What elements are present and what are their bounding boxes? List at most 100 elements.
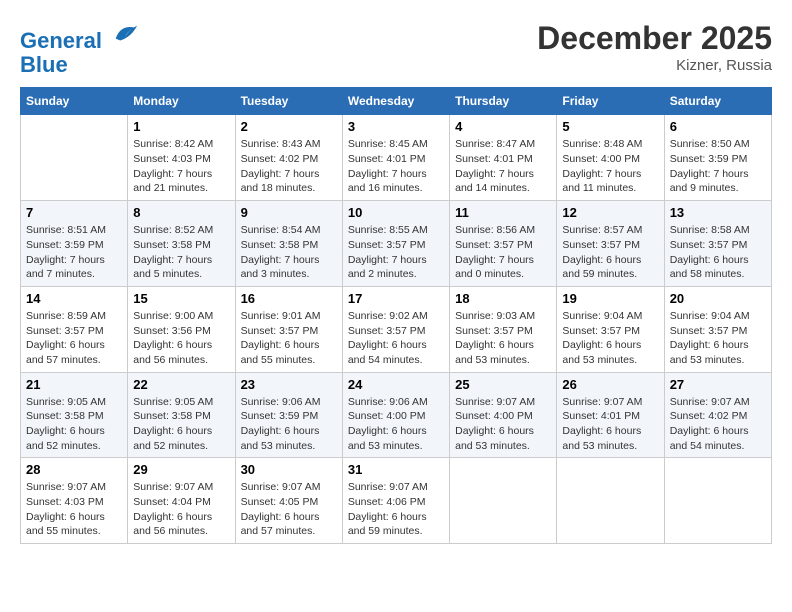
calendar-cell: 31Sunrise: 9:07 AM Sunset: 4:06 PM Dayli… bbox=[342, 458, 449, 544]
day-content: Sunrise: 8:56 AM Sunset: 3:57 PM Dayligh… bbox=[455, 223, 551, 282]
column-header-friday: Friday bbox=[557, 88, 664, 115]
day-content: Sunrise: 9:06 AM Sunset: 4:00 PM Dayligh… bbox=[348, 395, 444, 454]
location-subtitle: Kizner, Russia bbox=[537, 57, 772, 74]
day-content: Sunrise: 9:00 AM Sunset: 3:56 PM Dayligh… bbox=[133, 309, 229, 368]
day-number: 18 bbox=[455, 291, 551, 306]
calendar-week-3: 21 Sunrise: 9:05 AM Sunset: 3:58 PM Dayli… bbox=[21, 372, 772, 458]
logo-general: General bbox=[20, 28, 102, 53]
day-content: Sunrise: 9:07 AM Sunset: 4:01 PM Dayligh… bbox=[562, 395, 658, 454]
calendar-cell: 2 Sunrise: 8:43 AM Sunset: 4:02 PM Daylig… bbox=[235, 115, 342, 201]
day-content: Sunrise: 8:58 AM Sunset: 3:57 PM Dayligh… bbox=[670, 223, 766, 282]
day-number: 21 bbox=[26, 377, 122, 392]
calendar-week-1: 7Sunrise: 8:51 AM Sunset: 3:59 PM Daylig… bbox=[21, 201, 772, 287]
calendar-cell: 21 Sunrise: 9:05 AM Sunset: 3:58 PM Dayli… bbox=[21, 372, 128, 458]
calendar-cell: 18 Sunrise: 9:03 AM Sunset: 3:57 PM Dayli… bbox=[450, 286, 557, 372]
day-number: 6 bbox=[670, 119, 766, 134]
day-content: Sunrise: 8:48 AM Sunset: 4:00 PM Dayligh… bbox=[562, 137, 658, 196]
day-number: 24 bbox=[348, 377, 444, 392]
calendar-cell: 1 Sunrise: 8:42 AM Sunset: 4:03 PM Daylig… bbox=[128, 115, 235, 201]
day-number: 2 bbox=[241, 119, 337, 134]
calendar-cell: 13 Sunrise: 8:58 AM Sunset: 3:57 PM Dayli… bbox=[664, 201, 771, 287]
calendar-cell bbox=[450, 458, 557, 544]
day-number: 28 bbox=[26, 462, 122, 477]
calendar-cell: 23 Sunrise: 9:06 AM Sunset: 3:59 PM Dayli… bbox=[235, 372, 342, 458]
calendar-cell: 8 Sunrise: 8:52 AM Sunset: 3:58 PM Daylig… bbox=[128, 201, 235, 287]
day-number: 8 bbox=[133, 205, 229, 220]
column-header-tuesday: Tuesday bbox=[235, 88, 342, 115]
day-content: Sunrise: 8:50 AM Sunset: 3:59 PM Dayligh… bbox=[670, 137, 766, 196]
day-content: Sunrise: 9:07 AM Sunset: 4:05 PM Dayligh… bbox=[241, 480, 337, 539]
day-number: 20 bbox=[670, 291, 766, 306]
calendar-cell: 17Sunrise: 9:02 AM Sunset: 3:57 PM Dayli… bbox=[342, 286, 449, 372]
page-header: General Blue December 2025 Kizner, Russi… bbox=[20, 20, 772, 77]
day-number: 31 bbox=[348, 462, 444, 477]
calendar-cell: 16 Sunrise: 9:01 AM Sunset: 3:57 PM Dayli… bbox=[235, 286, 342, 372]
day-content: Sunrise: 8:43 AM Sunset: 4:02 PM Dayligh… bbox=[241, 137, 337, 196]
column-header-thursday: Thursday bbox=[450, 88, 557, 115]
calendar-week-4: 28 Sunrise: 9:07 AM Sunset: 4:03 PM Dayli… bbox=[21, 458, 772, 544]
column-header-monday: Monday bbox=[128, 88, 235, 115]
day-content: Sunrise: 9:07 AM Sunset: 4:00 PM Dayligh… bbox=[455, 395, 551, 454]
day-number: 3 bbox=[348, 119, 444, 134]
column-header-sunday: Sunday bbox=[21, 88, 128, 115]
calendar-cell bbox=[664, 458, 771, 544]
day-number: 1 bbox=[133, 119, 229, 134]
day-content: Sunrise: 8:52 AM Sunset: 3:58 PM Dayligh… bbox=[133, 223, 229, 282]
day-number: 14 bbox=[26, 291, 122, 306]
calendar-cell: 28 Sunrise: 9:07 AM Sunset: 4:03 PM Dayli… bbox=[21, 458, 128, 544]
month-year-title: December 2025 bbox=[537, 20, 772, 57]
day-number: 5 bbox=[562, 119, 658, 134]
calendar-cell: 7Sunrise: 8:51 AM Sunset: 3:59 PM Daylig… bbox=[21, 201, 128, 287]
calendar-cell: 22Sunrise: 9:05 AM Sunset: 3:58 PM Dayli… bbox=[128, 372, 235, 458]
day-content: Sunrise: 9:07 AM Sunset: 4:04 PM Dayligh… bbox=[133, 480, 229, 539]
day-number: 12 bbox=[562, 205, 658, 220]
column-header-saturday: Saturday bbox=[664, 88, 771, 115]
calendar-cell: 29Sunrise: 9:07 AM Sunset: 4:04 PM Dayli… bbox=[128, 458, 235, 544]
calendar-cell: 15 Sunrise: 9:00 AM Sunset: 3:56 PM Dayli… bbox=[128, 286, 235, 372]
calendar-cell bbox=[21, 115, 128, 201]
day-content: Sunrise: 8:42 AM Sunset: 4:03 PM Dayligh… bbox=[133, 137, 229, 196]
day-content: Sunrise: 8:59 AM Sunset: 3:57 PM Dayligh… bbox=[26, 309, 122, 368]
column-header-wednesday: Wednesday bbox=[342, 88, 449, 115]
day-content: Sunrise: 9:03 AM Sunset: 3:57 PM Dayligh… bbox=[455, 309, 551, 368]
day-content: Sunrise: 9:05 AM Sunset: 3:58 PM Dayligh… bbox=[26, 395, 122, 454]
day-number: 23 bbox=[241, 377, 337, 392]
calendar-cell: 3 Sunrise: 8:45 AM Sunset: 4:01 PM Daylig… bbox=[342, 115, 449, 201]
calendar-cell: 6 Sunrise: 8:50 AM Sunset: 3:59 PM Daylig… bbox=[664, 115, 771, 201]
day-number: 27 bbox=[670, 377, 766, 392]
day-content: Sunrise: 9:07 AM Sunset: 4:03 PM Dayligh… bbox=[26, 480, 122, 539]
day-content: Sunrise: 8:55 AM Sunset: 3:57 PM Dayligh… bbox=[348, 223, 444, 282]
calendar-cell: 10 Sunrise: 8:55 AM Sunset: 3:57 PM Dayli… bbox=[342, 201, 449, 287]
logo-blue: Blue bbox=[20, 52, 68, 77]
calendar-cell: 25 Sunrise: 9:07 AM Sunset: 4:00 PM Dayli… bbox=[450, 372, 557, 458]
day-number: 15 bbox=[133, 291, 229, 306]
day-number: 7 bbox=[26, 205, 122, 220]
calendar-cell: 20 Sunrise: 9:04 AM Sunset: 3:57 PM Dayli… bbox=[664, 286, 771, 372]
day-number: 13 bbox=[670, 205, 766, 220]
day-content: Sunrise: 9:06 AM Sunset: 3:59 PM Dayligh… bbox=[241, 395, 337, 454]
calendar-cell: 26 Sunrise: 9:07 AM Sunset: 4:01 PM Dayli… bbox=[557, 372, 664, 458]
calendar-cell: 27Sunrise: 9:07 AM Sunset: 4:02 PM Dayli… bbox=[664, 372, 771, 458]
day-content: Sunrise: 9:04 AM Sunset: 3:57 PM Dayligh… bbox=[670, 309, 766, 368]
day-number: 10 bbox=[348, 205, 444, 220]
logo-bird-icon bbox=[111, 20, 139, 48]
calendar-cell: 4 Sunrise: 8:47 AM Sunset: 4:01 PM Daylig… bbox=[450, 115, 557, 201]
calendar-week-2: 14 Sunrise: 8:59 AM Sunset: 3:57 PM Dayli… bbox=[21, 286, 772, 372]
calendar-week-0: 1 Sunrise: 8:42 AM Sunset: 4:03 PM Daylig… bbox=[21, 115, 772, 201]
day-content: Sunrise: 9:04 AM Sunset: 3:57 PM Dayligh… bbox=[562, 309, 658, 368]
day-content: Sunrise: 9:02 AM Sunset: 3:57 PM Dayligh… bbox=[348, 309, 444, 368]
day-number: 25 bbox=[455, 377, 551, 392]
day-number: 26 bbox=[562, 377, 658, 392]
day-number: 4 bbox=[455, 119, 551, 134]
calendar-cell: 24 Sunrise: 9:06 AM Sunset: 4:00 PM Dayli… bbox=[342, 372, 449, 458]
title-block: December 2025 Kizner, Russia bbox=[537, 20, 772, 74]
day-content: Sunrise: 9:01 AM Sunset: 3:57 PM Dayligh… bbox=[241, 309, 337, 368]
day-content: Sunrise: 8:57 AM Sunset: 3:57 PM Dayligh… bbox=[562, 223, 658, 282]
day-number: 16 bbox=[241, 291, 337, 306]
calendar-cell: 19Sunrise: 9:04 AM Sunset: 3:57 PM Dayli… bbox=[557, 286, 664, 372]
calendar-header-row: SundayMondayTuesdayWednesdayThursdayFrid… bbox=[21, 88, 772, 115]
day-content: Sunrise: 8:45 AM Sunset: 4:01 PM Dayligh… bbox=[348, 137, 444, 196]
day-content: Sunrise: 8:47 AM Sunset: 4:01 PM Dayligh… bbox=[455, 137, 551, 196]
day-number: 11 bbox=[455, 205, 551, 220]
logo: General Blue bbox=[20, 20, 139, 77]
